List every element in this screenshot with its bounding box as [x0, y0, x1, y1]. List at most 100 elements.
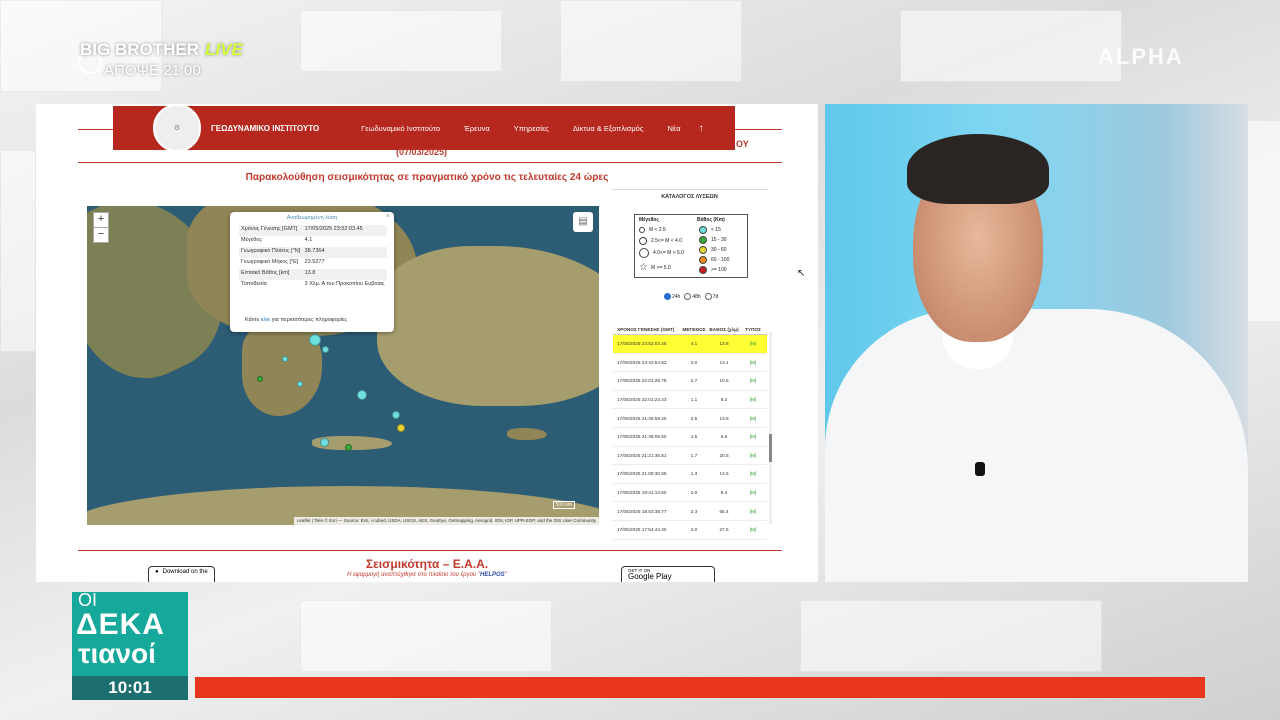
studio-wall-tile [900, 10, 1122, 82]
quake-mag: 2.0 [690, 359, 698, 365]
nav-news[interactable]: Νέα [667, 124, 680, 133]
promo-time: ΑΠΟΨΕ 21:00 [104, 62, 201, 79]
table-row[interactable]: 17/05/2025 18:53:38.77 2.3 65.4 [M] [613, 502, 767, 521]
quake-marker[interactable] [345, 444, 352, 451]
popup-key: Γεωγραφικό Μήκος [°E] [241, 259, 299, 265]
popup-value: 23.5277 [304, 259, 325, 265]
legend-mag-header: Μέγεθος [639, 217, 659, 223]
brand-name[interactable]: ΓΕΩΔΥΝΑΜΙΚΟ ΙΝΣΤΙΤΟΥΤΟ [211, 124, 319, 133]
site-navbar: ⚙ ΓΕΩΔΥΝΑΜΙΚΟ ΙΝΣΤΙΤΟΥΤΟ Γεωδυναμικό Ινσ… [113, 104, 735, 152]
quake-type: [M] [749, 359, 757, 365]
seismic-map[interactable]: + − ▤ × Αναθεωρημένη λύση Χρόνος Γένεσης… [87, 206, 599, 525]
quake-depth: 13.1 [719, 359, 729, 365]
news-ticker-bar [195, 677, 1205, 698]
table-row[interactable]: 17/05/2025 21:45:59.20 2.5 13.8 [M] [613, 409, 767, 428]
legend-depth-header: Βάθος (Km) [697, 217, 725, 223]
nav-networks[interactable]: Δίκτυα & Εξοπλισμός [573, 124, 644, 133]
quake-marker[interactable] [320, 438, 329, 447]
quake-depth: 13.5 [719, 471, 729, 477]
map-attribution: Leaflet | Tiles © Esri — Source: Esri, i… [293, 517, 599, 525]
circle-icon [639, 227, 645, 233]
quake-type: [M] [749, 527, 757, 533]
depth-color-icon [699, 246, 707, 254]
quake-depth: 27.5 [719, 527, 729, 533]
nav-services[interactable]: Υπηρεσίες [514, 124, 549, 133]
legend-mag-label: M < 2.5 [649, 227, 666, 233]
depth-color-icon [699, 266, 707, 274]
radio-24h[interactable]: 24h [664, 293, 680, 300]
zoom-out-button[interactable]: − [93, 227, 109, 243]
table-row[interactable]: 17/05/2025 21:36:05.50 1.5 6.6 [M] [613, 428, 767, 447]
popup-value: 38.7364 [302, 247, 387, 258]
table-scrollbar[interactable] [769, 332, 772, 524]
quake-mag: 1.3 [690, 471, 698, 477]
divider [78, 162, 782, 163]
table-row[interactable]: 17/05/2025 19:41:13.60 2.0 9.4 [M] [613, 484, 767, 503]
legend-depth-label: 15 - 30 [711, 237, 727, 243]
legend-depth-label: < 15 [711, 227, 721, 233]
table-row[interactable]: 17/05/2025 22:01:23.43 1.1 8.2 [M] [613, 391, 767, 410]
quake-marker[interactable] [322, 346, 329, 353]
nav-institute[interactable]: Γεωδυναμικό Ινστιτούτο [361, 124, 440, 133]
studio-wall-tile [300, 10, 502, 72]
table-row[interactable]: 17/05/2025 21:09:30.56 1.3 13.5 [M] [613, 465, 767, 484]
institute-logo[interactable]: ⚙ [153, 104, 201, 152]
quake-time: 17/05/2025 18:53:38.77 [617, 508, 667, 514]
quake-depth: 13.8 [719, 415, 729, 421]
quake-marker[interactable] [357, 390, 367, 400]
page-title-fragment: ΟΥ [736, 139, 749, 149]
scroll-top-icon[interactable]: ↑ [699, 123, 704, 134]
presenter-hair [907, 134, 1049, 204]
col-type[interactable]: ΤΥΠΟΣ [739, 327, 767, 332]
table-row[interactable]: 17/05/2025 22:01:28.78 2.7 10.5 [M] [613, 372, 767, 391]
quake-mag: 4.1 [690, 341, 698, 347]
zoom-in-button[interactable]: + [93, 212, 109, 228]
popup-click-link[interactable]: κλικ [261, 317, 270, 323]
depth-color-icon [699, 226, 707, 234]
quake-marker[interactable] [397, 424, 405, 432]
popup-key: Χρόνος Γένεσης [GMT] [239, 225, 303, 236]
table-row[interactable]: 17/05/2025 21:21:35.51 1.7 20.8 [M] [613, 447, 767, 466]
quake-marker[interactable] [257, 376, 263, 382]
layers-icon[interactable]: ▤ [573, 212, 593, 232]
popup-details: Χρόνος Γένεσης [GMT] 17/05/2025 23:52:03.… [239, 225, 387, 291]
radio-7d[interactable]: 7d [704, 293, 718, 300]
quake-type: [M] [749, 490, 757, 496]
mouse-cursor-icon: ↖ [797, 268, 806, 279]
quake-marker[interactable] [309, 334, 321, 346]
map-legend: Μέγεθος Βάθος (Km) M < 2.5 2.5<= M < 4.0… [634, 214, 748, 278]
table-scroll-thumb[interactable] [769, 434, 772, 462]
legend-depth-label: 60 - 100 [711, 257, 730, 263]
quake-marker[interactable] [282, 356, 288, 362]
browser-window: ⚙ ΓΕΩΔΥΝΑΜΙΚΟ ΙΝΣΤΙΤΟΥΤΟ Γεωδυναμικό Ινσ… [36, 104, 818, 582]
col-mag[interactable]: ΜΕΓΕΘΟΣ [679, 327, 709, 332]
quake-type: [M] [749, 434, 757, 440]
quake-time: 17/05/2025 21:21:35.51 [617, 452, 667, 458]
popup-key: Τοποθεσία [241, 281, 267, 287]
radio-48h[interactable]: 48h [684, 293, 701, 300]
quake-marker[interactable] [297, 381, 303, 387]
quake-time: 17/05/2025 21:09:30.56 [617, 471, 667, 477]
quake-marker[interactable] [392, 411, 400, 419]
close-icon[interactable]: × [386, 213, 390, 220]
table-row[interactable]: 17/05/2025 17:54:44.30 2.0 27.5 [M] [613, 521, 767, 540]
google-play-button[interactable]: GET IT ON Google Play [621, 566, 715, 582]
popup-key: Γεωγραφικό Πλάτος [°N] [239, 247, 303, 258]
legend-mag-label: M >= 5.0 [650, 264, 671, 271]
table-row[interactable]: 17/05/2025 23:52:03.45 4.1 13.8 [M] [613, 335, 767, 354]
quake-popup: × Αναθεωρημένη λύση Χρόνος Γένεσης [GMT]… [230, 212, 394, 332]
table-row[interactable]: 17/05/2025 23:33:54.82 2.0 13.1 [M] [613, 354, 767, 373]
microphone-icon [975, 462, 985, 476]
table-header: ΧΡΟΝΟΣ ΓΕΝΕΣΗΣ (GMT) ΜΕΓΕΘΟΣ ΒΑΘΟΣ (χλμ)… [613, 316, 767, 335]
quake-depth: 13.8 [719, 341, 729, 347]
col-depth[interactable]: ΒΑΘΟΣ (χλμ) [709, 327, 739, 332]
divider [612, 189, 768, 190]
logo-line2: τιανοί [78, 638, 156, 669]
nav-research[interactable]: Έρευνα [464, 124, 490, 133]
col-time[interactable]: ΧΡΟΝΟΣ ΓΕΝΕΣΗΣ (GMT) [613, 327, 679, 332]
quake-time: 17/05/2025 21:36:05.50 [617, 434, 667, 440]
quake-depth: 65.4 [719, 508, 729, 514]
studio-wall-tile [0, 150, 36, 352]
quake-mag: 1.5 [690, 434, 698, 440]
quake-type: [M] [749, 415, 757, 421]
